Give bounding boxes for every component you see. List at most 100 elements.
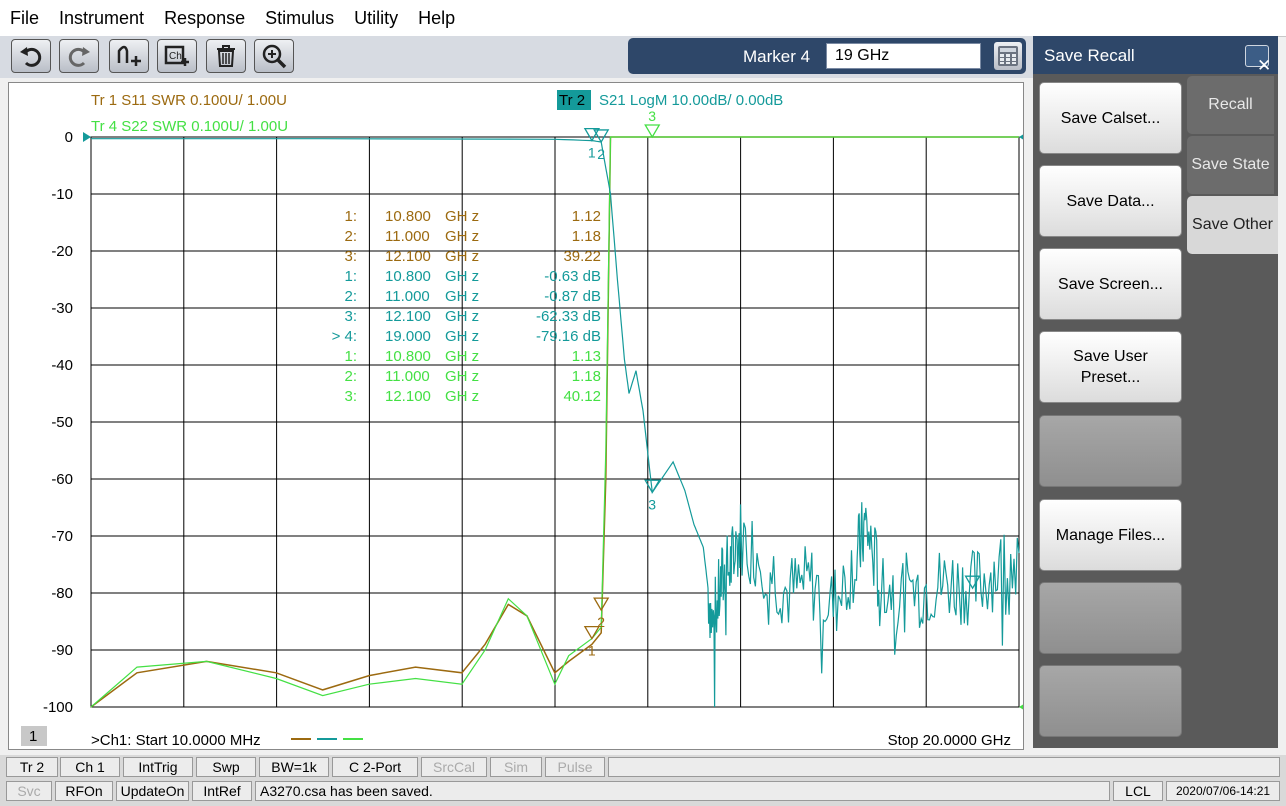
trace2-label[interactable]: S21 LogM 10.00dB/ 0.00dB xyxy=(599,92,783,109)
marker-readout-freq: 12.100 xyxy=(385,388,431,405)
panel-title-bar: Save Recall ✕ xyxy=(1033,36,1278,75)
marker-readout-unit: GH z xyxy=(445,308,479,325)
panel-title: Save Recall xyxy=(1044,46,1135,65)
marker-readout-unit: GH z xyxy=(445,268,479,285)
add-trace-button[interactable] xyxy=(109,39,149,73)
marker-label: Marker 4 xyxy=(743,47,811,66)
y-tick-label: -60 xyxy=(51,471,73,488)
marker-number: 3 xyxy=(648,496,656,512)
marker-readout-value: -62.33 dB xyxy=(536,308,601,325)
y-tick-label: -20 xyxy=(51,243,73,260)
svg-text:Ch: Ch xyxy=(169,51,182,62)
ref-arrow-right xyxy=(1019,134,1023,140)
start-frequency-label[interactable]: >Ch1: Start 10.0000 MHz xyxy=(91,732,261,749)
marker-readout-value: 1.13 xyxy=(572,348,601,365)
marker-readout-id: 2: xyxy=(344,228,357,245)
undo-button[interactable] xyxy=(11,39,51,73)
marker-readout-value: -0.63 dB xyxy=(544,268,601,285)
empty-softkey-2[interactable] xyxy=(1039,582,1182,654)
marker-readout-unit: GH z xyxy=(445,208,479,225)
y-tick-label: -50 xyxy=(51,414,73,431)
y-tick-label: -10 xyxy=(51,186,73,203)
marker-readout-unit: GH z xyxy=(445,248,479,265)
save-user-preset-button[interactable]: Save User Preset... xyxy=(1039,331,1182,403)
trace-plot[interactable]: 0-10-20-30-40-50-60-70-80-90-100 1 23312 … xyxy=(9,83,1023,749)
marker-readout-id: 3: xyxy=(344,248,357,265)
y-tick-label: 0 xyxy=(65,129,73,146)
menu-instrument[interactable]: Instrument xyxy=(49,8,154,29)
delete-button[interactable] xyxy=(206,39,246,73)
tab-save-other[interactable]: Save Other xyxy=(1187,196,1278,254)
manage-files-button[interactable]: Manage Files... xyxy=(1039,499,1182,571)
menu-response[interactable]: Response xyxy=(154,8,255,29)
y-tick-label: -100 xyxy=(43,699,73,716)
tab-save-state[interactable]: Save State xyxy=(1187,136,1274,194)
status-bandwidth[interactable]: BW=1k xyxy=(259,757,329,777)
marker-number: 2 xyxy=(597,146,605,162)
keypad-icon xyxy=(998,46,1018,66)
status-blank xyxy=(608,757,1280,777)
status-sweep[interactable]: Swp xyxy=(196,757,256,777)
status-cal[interactable]: C 2-Port xyxy=(332,757,418,777)
save-calset-button[interactable]: Save Calset... xyxy=(1039,82,1182,154)
zoom-button[interactable] xyxy=(254,39,294,73)
status-rfon[interactable]: RFOn xyxy=(55,781,113,801)
empty-softkey-1[interactable] xyxy=(1039,415,1182,487)
status-update[interactable]: UpdateOn xyxy=(116,781,189,801)
toolbar: Ch Marker 4 xyxy=(0,36,1033,78)
redo-button[interactable] xyxy=(59,39,99,73)
trace1-label[interactable]: Tr 1 S11 SWR 0.100U/ 1.00U xyxy=(91,92,287,109)
status-lcl[interactable]: LCL xyxy=(1113,781,1163,801)
marker-readout-unit: GH z xyxy=(445,228,479,245)
marker-readout-id: 1: xyxy=(344,208,357,225)
marker-value-input[interactable] xyxy=(826,43,981,69)
marker-readout-freq: 12.100 xyxy=(385,248,431,265)
status-channel[interactable]: Ch 1 xyxy=(60,757,120,777)
marker-readout-id: 1: xyxy=(344,268,357,285)
y-tick-label: -40 xyxy=(51,357,73,374)
status-intref[interactable]: IntRef xyxy=(192,781,252,801)
marker-readout-value: 1.12 xyxy=(572,208,601,225)
marker-triangle xyxy=(964,575,981,590)
menu-help[interactable]: Help xyxy=(408,8,465,29)
status-trace[interactable]: Tr 2 xyxy=(6,757,58,777)
status-sim[interactable]: Sim xyxy=(490,757,542,777)
trace2-tag[interactable]: Tr 2 xyxy=(559,92,585,109)
menu-bar: File Instrument Response Stimulus Utilit… xyxy=(0,0,1286,37)
add-channel-icon: Ch xyxy=(164,45,189,66)
marker-entry: Marker 4 xyxy=(628,38,1026,74)
trace4-label[interactable]: Tr 4 S22 SWR 0.100U/ 1.00U xyxy=(91,118,288,135)
ref-arrow-right-s22 xyxy=(1019,704,1023,710)
menu-file[interactable]: File xyxy=(0,8,49,29)
status-bar-bottom: Svc RFOn UpdateOn IntRef A3270.csa has b… xyxy=(0,779,1286,806)
status-pulse[interactable]: Pulse xyxy=(545,757,605,777)
menu-utility[interactable]: Utility xyxy=(344,8,408,29)
keypad-button[interactable] xyxy=(994,42,1022,70)
marker-number: 2 xyxy=(597,614,605,630)
status-message: A3270.csa has been saved. xyxy=(255,781,1110,801)
close-button[interactable]: ✕ xyxy=(1245,45,1271,75)
ref-arrow-left xyxy=(83,132,91,142)
marker-triangle xyxy=(593,129,610,144)
add-channel-button[interactable]: Ch xyxy=(157,39,197,73)
y-tick-label: -90 xyxy=(51,642,73,659)
marker-readout-id: 3: xyxy=(344,308,357,325)
status-srccal[interactable]: SrcCal xyxy=(421,757,487,777)
marker-readout-freq: 11.000 xyxy=(385,288,430,305)
zoom-icon xyxy=(262,44,287,69)
measurement-window[interactable]: 0 -10 -20 -30 -40 -50 -60 -70 -80 -90 -100 123312 … xyxy=(8,82,1024,750)
marker-readout-value: -79.16 dB xyxy=(536,328,601,345)
menu-stimulus[interactable]: Stimulus xyxy=(255,8,344,29)
marker-readout-freq: 10.800 xyxy=(385,348,431,365)
tab-recall[interactable]: Recall xyxy=(1187,76,1274,134)
y-tick-label: -70 xyxy=(51,528,73,545)
status-svc[interactable]: Svc xyxy=(6,781,52,801)
save-data-button[interactable]: Save Data... xyxy=(1039,165,1182,237)
marker-readout-freq: 10.800 xyxy=(385,208,431,225)
status-bar-top: Tr 2 Ch 1 IntTrig Swp BW=1k C 2-Port Src… xyxy=(0,755,1286,779)
stop-frequency-label[interactable]: Stop 20.0000 GHz xyxy=(888,732,1011,749)
status-trigger[interactable]: IntTrig xyxy=(123,757,193,777)
empty-softkey-3[interactable] xyxy=(1039,665,1182,737)
marker-readout-value: 1.18 xyxy=(572,228,601,245)
save-screen-button[interactable]: Save Screen... xyxy=(1039,248,1182,320)
